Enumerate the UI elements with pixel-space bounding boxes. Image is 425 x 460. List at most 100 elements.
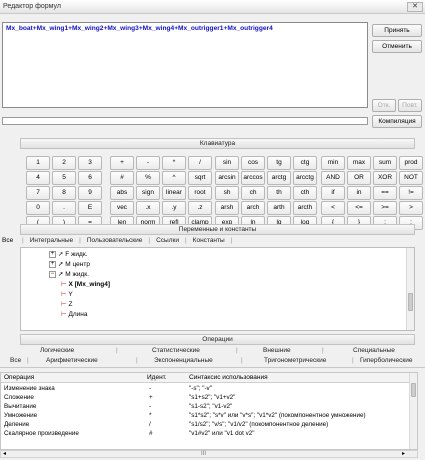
table-row[interactable]: Деление / "s1/s2"; "v/s"; "v1/v2" (покомпо… [1,420,417,429]
table-row[interactable]: Умножение * "s1*s2"; "s*v" или "v*s"; "v1*… [1,411,417,420]
table-hscroll[interactable]: ◂ III ▸ [0,450,418,458]
key-button[interactable]: 5 [52,171,76,185]
key-button[interactable]: > [399,201,423,215]
tree-item-z[interactable]: ⊢ Z [61,300,72,310]
tab-constants[interactable]: Константы [193,237,225,247]
key-button[interactable]: vec [110,201,134,215]
tree-item-m-center[interactable]: + ➚ M центр [49,260,90,270]
col-ident[interactable]: Идент. [147,373,167,383]
operations-table[interactable]: Операция Идент. Синтаксис использования … [0,372,418,450]
key-button[interactable]: . [52,201,76,215]
key-button[interactable]: sin [215,156,239,170]
col-operation[interactable]: Операция [4,373,34,383]
key-button[interactable]: sum [373,156,397,170]
key-button[interactable]: root [188,186,212,200]
key-button[interactable]: arcctg [293,171,317,185]
table-scroll-thumb[interactable] [411,383,416,397]
key-button[interactable]: if [321,186,345,200]
key-button[interactable]: 7 [26,186,50,200]
key-button[interactable]: == [373,186,397,200]
key-button[interactable]: 2 [52,156,76,170]
key-button[interactable]: <= [347,201,371,215]
tab-links[interactable]: Ссылки [156,237,179,247]
key-button[interactable]: - [136,156,160,170]
close-button[interactable]: ✕ [407,2,423,12]
tree-item-x[interactable]: ⊢ X [Mx_wing4] [61,280,110,290]
tree-item-y[interactable]: ⊢ Y [61,290,73,300]
key-button[interactable]: < [321,201,345,215]
table-vscroll[interactable] [409,373,417,449]
tab-integral[interactable]: Интегральные [30,237,73,247]
redo-button[interactable]: Повт. [398,99,422,112]
compile-button[interactable]: Компиляция [372,115,422,128]
key-button[interactable]: sqrt [188,171,212,185]
tree-scroll-thumb[interactable] [408,293,413,311]
key-button[interactable]: ctg [293,156,317,170]
tab-hyperbolic[interactable]: Гиперболические [360,357,413,364]
key-button[interactable]: != [399,186,423,200]
key-button[interactable]: .x [136,201,160,215]
key-button[interactable]: 0 [26,201,50,215]
key-button[interactable]: 1 [26,156,50,170]
table-row[interactable]: Изменение знака - "-s"; "-v" [1,384,417,393]
key-button[interactable]: linear [162,186,186,200]
table-row[interactable]: Вычитание - "s1-s2"; "v1-v2" [1,402,417,411]
key-button[interactable]: 8 [52,186,76,200]
tab-trigonometric[interactable]: Тригонометрические [264,357,326,364]
tab-user[interactable]: Пользовательские [87,237,143,247]
key-button[interactable]: 4 [26,171,50,185]
formula-editor[interactable]: Mx_boat+Mx_wing1+Mx_wing2+Mx_wing3+Mx_wi… [2,22,368,108]
key-button[interactable]: % [136,171,160,185]
key-button[interactable]: AND [321,171,345,185]
table-row[interactable]: Сложение + "s1+s2"; "v1+v2" [1,393,417,402]
key-button[interactable]: 3 [78,156,102,170]
key-button[interactable]: + [110,156,134,170]
key-button[interactable]: max [347,156,371,170]
accept-button[interactable]: Принять [372,24,422,37]
tab-statistical[interactable]: Статистические [152,347,200,354]
scroll-left-icon[interactable]: ◂ [3,451,6,457]
key-button[interactable]: # [110,171,134,185]
key-button[interactable]: tg [267,156,291,170]
tree-item-length[interactable]: ⊢ Длина [61,310,88,320]
collapse-icon[interactable]: − [49,270,56,278]
tab-logical[interactable]: Логические [40,347,74,354]
key-button[interactable]: 9 [78,186,102,200]
tab-external[interactable]: Внешние [263,347,291,354]
tab-exponential[interactable]: Экспоненциальные [154,357,213,364]
tree-vscroll[interactable] [406,248,414,330]
key-button[interactable]: cth [293,186,317,200]
key-button[interactable]: cos [241,156,265,170]
key-button[interactable]: in [347,186,371,200]
key-button[interactable]: E [78,201,102,215]
variables-tree[interactable]: + ➚ F жидк. + ➚ M центр − ➚ M жидк. ⊢ X [Mx… [20,247,415,331]
key-button[interactable]: sign [136,186,160,200]
key-button[interactable]: sh [215,186,239,200]
key-button[interactable]: ^ [162,171,186,185]
cancel-button[interactable]: Отменить [372,40,422,53]
key-button[interactable]: arch [241,201,265,215]
key-button[interactable]: arth [267,201,291,215]
expand-icon[interactable]: + [49,250,56,258]
key-button[interactable]: .z [188,201,212,215]
scroll-right-icon[interactable]: ▸ [402,451,405,457]
tab-special[interactable]: Специальные [353,347,395,354]
key-button[interactable]: ch [241,186,265,200]
table-row[interactable]: Скалярное произведение # "v1#v2" или "v1 d… [1,429,417,438]
undo-button[interactable]: Отк. [372,99,396,112]
key-button[interactable]: min [321,156,345,170]
col-syntax[interactable]: Синтаксис использования [189,373,268,383]
key-button[interactable]: XOR [373,171,397,185]
key-button[interactable]: abs [110,186,134,200]
key-button[interactable]: >= [373,201,397,215]
key-button[interactable]: NOT [399,171,423,185]
expand-icon[interactable]: + [49,260,56,268]
key-button[interactable]: arctg [267,171,291,185]
key-button[interactable]: .y [162,201,186,215]
tab-all[interactable]: Все [10,357,21,364]
tree-item-m-liquid[interactable]: − ➚ M жидк. [49,270,89,280]
tree-item-f-liquid[interactable]: + ➚ F жидк. [49,250,87,260]
key-button[interactable]: arccos [241,171,265,185]
key-button[interactable]: 6 [78,171,102,185]
key-button[interactable]: * [162,156,186,170]
